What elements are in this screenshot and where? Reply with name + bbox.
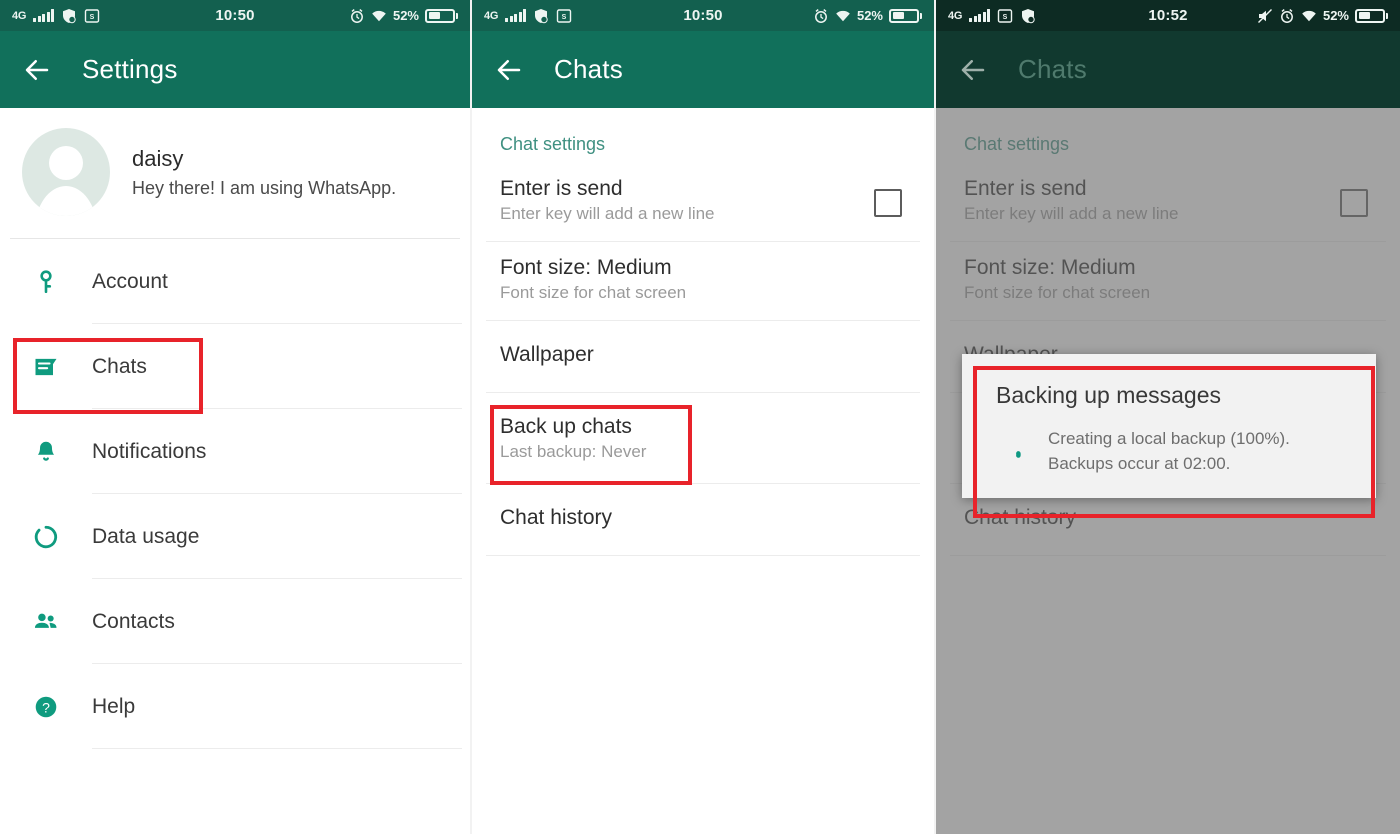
profile-name: daisy (132, 145, 184, 171)
key-icon (28, 269, 64, 295)
status-bar-right: 52% (813, 8, 922, 24)
app-bar: Chats (936, 31, 1400, 108)
status-bar: 4G S 10:52 52% (936, 0, 1400, 31)
contacts-icon (28, 608, 64, 636)
sidebar-item-label: Data usage (92, 524, 200, 548)
data-usage-icon (28, 524, 64, 550)
signal-bars-icon (969, 9, 991, 22)
progress-spinner-icon (984, 437, 1040, 467)
battery-percent-label: 52% (1322, 8, 1349, 23)
help-icon: ? (28, 694, 64, 720)
network-type-label: 4G (948, 9, 963, 22)
status-bar: 4G S 10:50 52% (472, 0, 934, 31)
back-arrow-icon[interactable] (22, 55, 52, 85)
row-divider (92, 748, 462, 749)
row-title: Back up chats (500, 415, 632, 438)
alarm-icon (1281, 8, 1293, 23)
sidebar-item-label: Help (92, 694, 136, 718)
sidebar-item-account[interactable]: Account (0, 239, 470, 324)
page-title: Chats (554, 54, 623, 84)
battery-icon (1355, 8, 1388, 23)
dialog-title: Backing up messages (996, 382, 1222, 408)
avatar-head (49, 146, 83, 180)
sidebar-item-chats[interactable]: Chats (0, 324, 470, 409)
setting-row-enter-is-send[interactable]: Enter is send Enter key will add a new l… (472, 163, 934, 242)
dialog-message: Creating a local backup (100%). Backups … (1048, 429, 1290, 473)
screenshot-icon: S (997, 8, 1013, 23)
dialog-body: Creating a local backup (100%). Backups … (974, 409, 1364, 482)
profile-status: Hey there! I am using WhatsApp. (132, 177, 397, 198)
status-bar-right: 52% (1257, 8, 1388, 24)
avatar-body (35, 186, 97, 216)
row-subtitle: Font size for chat screen (500, 283, 687, 302)
battery-percent-label: 52% (856, 8, 883, 23)
svg-text:S: S (562, 14, 567, 21)
mute-icon (1257, 8, 1272, 23)
setting-row-back-up-chats[interactable]: Back up chats Last backup: Never (472, 393, 934, 484)
sidebar-item-label: Chats (92, 354, 147, 378)
setting-row-wallpaper[interactable]: Wallpaper (472, 321, 934, 393)
bell-icon (28, 439, 64, 465)
screenshot-icon: S (556, 8, 572, 23)
row-subtitle: Last backup: Never (500, 442, 647, 461)
back-arrow-icon[interactable] (494, 55, 524, 85)
sidebar-item-contacts[interactable]: Contacts (0, 579, 470, 664)
wifi-icon (372, 10, 386, 21)
sidebar-item-label: Contacts (92, 609, 175, 633)
backup-dialog-screen: 4G S 10:52 52% Chats Chat settings (936, 0, 1400, 834)
battery-icon (425, 8, 458, 23)
profile-text: daisy Hey there! I am using WhatsApp. (132, 146, 396, 199)
sidebar-item-label: Notifications (92, 439, 207, 463)
svg-text:S: S (1003, 14, 1008, 21)
setting-row-chat-history[interactable]: Chat history (472, 484, 934, 556)
sidebar-item-notifications[interactable]: Notifications (0, 409, 470, 494)
screenshot-icon: S (84, 8, 100, 23)
chats-screen: 4G S 10:50 52% Chats Chat settings Enter… (472, 0, 934, 834)
network-type-label: 4G (484, 9, 499, 22)
back-arrow-icon[interactable] (958, 55, 988, 85)
settings-screen: 4G S 10:50 52% Settings daisy Hey there!… (0, 0, 470, 834)
status-bar-right: 52% (349, 8, 458, 24)
status-bar: 4G S 10:50 52% (0, 0, 470, 31)
svg-text:?: ? (42, 699, 50, 715)
status-bar-left: 4G S (948, 8, 1036, 24)
battery-percent-label: 52% (392, 8, 419, 23)
signal-bars-icon (505, 9, 527, 22)
row-title: Chat history (500, 506, 613, 529)
network-type-label: 4G (12, 9, 27, 22)
row-title: Enter is send (500, 177, 623, 200)
signal-bars-icon (33, 9, 55, 22)
app-bar: Settings (0, 31, 470, 108)
status-bar-left: 4G S (12, 8, 100, 24)
shield-sync-icon (1022, 8, 1035, 23)
row-title: Font size: Medium (500, 256, 672, 279)
sidebar-item-help[interactable]: ? Help (0, 664, 470, 749)
row-divider (486, 555, 920, 556)
shield-sync-icon (63, 8, 76, 23)
app-bar: Chats (472, 31, 934, 108)
battery-icon (889, 8, 922, 23)
shield-sync-icon (535, 8, 548, 23)
row-title: Wallpaper (500, 343, 594, 366)
profile-row[interactable]: daisy Hey there! I am using WhatsApp. (0, 108, 470, 238)
row-subtitle: Enter key will add a new line (500, 204, 715, 223)
sidebar-item-data-usage[interactable]: Data usage (0, 494, 470, 579)
avatar[interactable] (22, 128, 110, 216)
chat-bubble-icon (28, 353, 64, 381)
alarm-icon (351, 8, 363, 23)
page-title: Chats (1018, 54, 1087, 84)
status-bar-left: 4G S (484, 8, 572, 24)
backup-progress-dialog: Backing up messages Creating a local bac… (962, 354, 1376, 499)
svg-text:S: S (90, 14, 95, 21)
alarm-icon (815, 8, 827, 23)
wifi-icon (836, 10, 850, 21)
wifi-icon (1302, 10, 1316, 21)
page-title: Settings (82, 54, 178, 84)
setting-row-font-size[interactable]: Font size: Medium Font size for chat scr… (472, 242, 934, 321)
sidebar-item-label: Account (92, 269, 168, 293)
enter-is-send-checkbox[interactable] (874, 189, 902, 217)
screenshot-stage: 4G S 10:50 52% Settings daisy Hey there!… (0, 0, 1400, 834)
section-header-chat-settings: Chat settings (500, 134, 606, 154)
